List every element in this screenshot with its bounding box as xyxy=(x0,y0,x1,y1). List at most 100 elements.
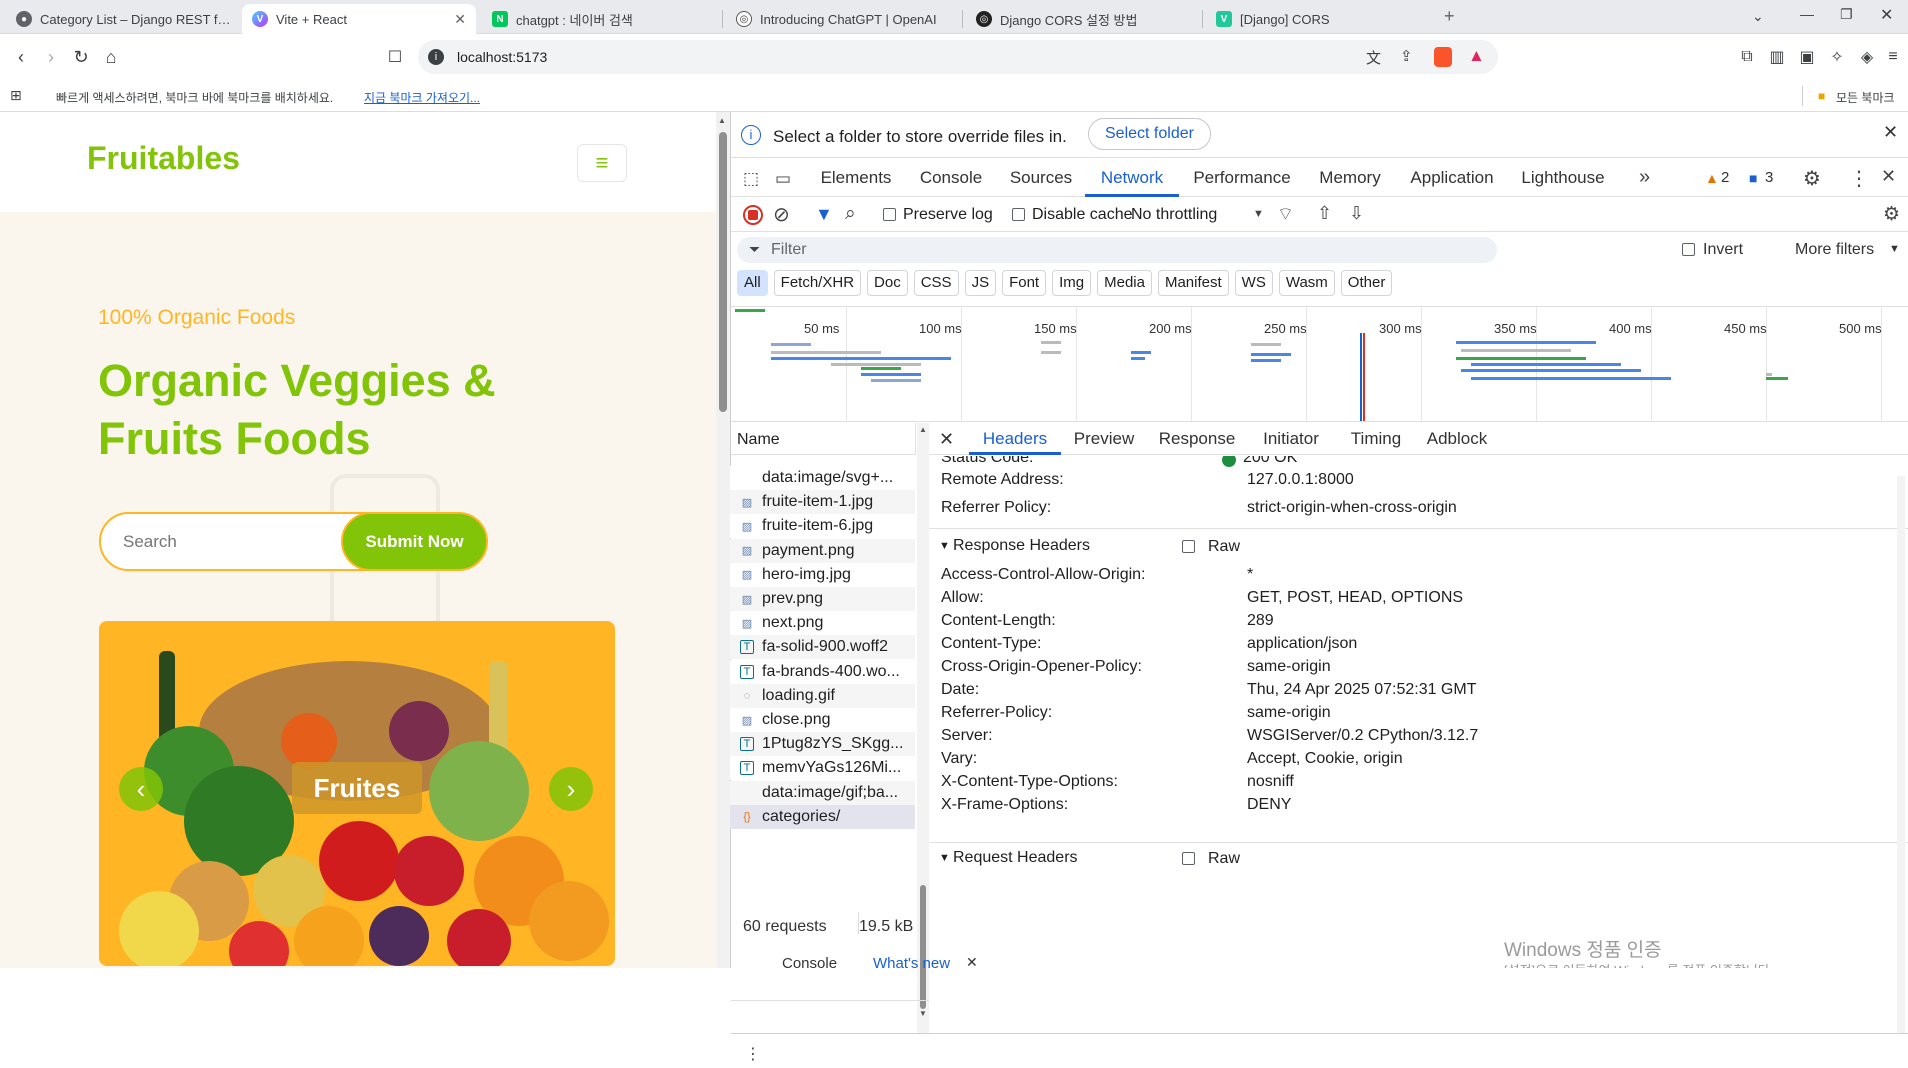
hamburger-menu-icon[interactable]: ≡ xyxy=(577,144,627,182)
messages-count[interactable]: 3 xyxy=(1765,169,1773,186)
import-har-icon[interactable]: ⇧ xyxy=(1317,203,1332,224)
filter-chip-media[interactable]: Media xyxy=(1097,270,1152,296)
warning-icon[interactable]: ▲ xyxy=(1705,170,1719,186)
close-banner-icon[interactable]: ✕ xyxy=(1883,122,1898,143)
request-headers-title[interactable]: Request Headers xyxy=(953,849,1078,867)
request-row[interactable]: ▨ hero-img.jpg xyxy=(730,562,915,587)
preserve-log-checkbox[interactable] xyxy=(883,208,896,226)
collapse-triangle-icon[interactable]: ▼ xyxy=(939,852,950,864)
filter-chip-fetchxhr[interactable]: Fetch/XHR xyxy=(773,270,862,296)
filter-chip-manifest[interactable]: Manifest xyxy=(1157,270,1229,296)
response-headers-title[interactable]: Response Headers xyxy=(953,537,1090,555)
site-info-icon[interactable]: i xyxy=(428,49,444,65)
drawer-tab-whats-new[interactable]: What's new xyxy=(873,955,950,972)
request-row[interactable]: ▨ close.png xyxy=(730,708,915,732)
brave-rewards-icon[interactable]: ▲ xyxy=(1468,46,1485,66)
filter-chip-wasm[interactable]: Wasm xyxy=(1278,270,1335,296)
request-row[interactable]: Tfa-solid-900.woff2 xyxy=(730,635,915,660)
close-drawer-tab-icon[interactable]: ✕ xyxy=(966,954,978,971)
reload-icon[interactable]: ↻ xyxy=(70,46,92,68)
filter-chip-font[interactable]: Font xyxy=(1002,270,1047,296)
tab-naver-search[interactable]: N chatgpt : 네이버 검색 xyxy=(482,4,718,34)
disable-cache-label[interactable]: Disable cache xyxy=(1032,206,1133,224)
disable-cache-checkbox[interactable] xyxy=(1012,208,1025,226)
request-row[interactable]: ▨ payment.png xyxy=(730,538,915,563)
more-tabs-icon[interactable]: » xyxy=(1639,166,1650,189)
devtools-tab-console[interactable]: Console xyxy=(905,159,997,197)
export-har-icon[interactable]: ⇩ xyxy=(1349,203,1364,224)
tab-vite-react[interactable]: V Vite + React ✕ xyxy=(242,4,476,34)
chevron-down-icon[interactable]: ▼ xyxy=(1253,208,1264,220)
request-row[interactable]: ▨ prev.png xyxy=(730,587,915,611)
home-icon[interactable]: ⌂ xyxy=(100,46,122,68)
brave-shields-icon[interactable] xyxy=(1434,47,1452,67)
close-tab-icon[interactable]: ✕ xyxy=(454,11,466,28)
chevron-down-icon[interactable]: ▼ xyxy=(1889,243,1900,255)
throttling-select[interactable]: No throttling xyxy=(1131,206,1217,224)
devtools-tab-memory[interactable]: Memory xyxy=(1305,159,1395,197)
scroll-up-icon[interactable]: ▲ xyxy=(919,425,927,434)
response-raw-checkbox[interactable] xyxy=(1182,540,1195,558)
submit-now-button[interactable]: Submit Now xyxy=(341,512,488,571)
request-row[interactable]: Tfa-brands-400.wo... xyxy=(730,659,915,684)
carousel-next-button[interactable]: › xyxy=(549,767,593,811)
tab-search-icon[interactable]: ⌄ xyxy=(1752,8,1764,25)
omnibox[interactable]: i localhost:5173 文 ⇪ ▲ xyxy=(418,40,1498,74)
close-window-icon[interactable]: ✕ xyxy=(1880,5,1893,25)
request-row[interactable]: ▨ fruite-item-1.jpg xyxy=(730,490,915,515)
menu-icon[interactable]: ≡ xyxy=(1882,46,1904,68)
filter-chip-doc[interactable]: Doc xyxy=(867,270,908,296)
invert-checkbox[interactable] xyxy=(1682,243,1695,261)
detail-tab-preview[interactable]: Preview xyxy=(1061,423,1147,455)
search-icon[interactable]: ⌕ xyxy=(845,203,856,225)
filter-funnel-icon[interactable]: ▼ xyxy=(815,204,833,225)
tab-category-list[interactable]: ● Category List – Django REST frame xyxy=(6,4,242,34)
record-stop-icon[interactable] xyxy=(743,205,763,225)
more-filters-label[interactable]: More filters xyxy=(1795,241,1874,259)
sidebar-icon[interactable]: ▥ xyxy=(1766,46,1788,68)
carousel-prev-button[interactable]: ‹ xyxy=(119,767,163,811)
filter-chip-css[interactable]: CSS xyxy=(913,270,959,296)
detail-tab-timing[interactable]: Timing xyxy=(1335,423,1417,455)
site-logo[interactable]: Fruitables xyxy=(87,140,240,177)
request-row[interactable]: data:image/svg+... xyxy=(730,466,915,490)
name-column-header[interactable]: Name xyxy=(731,423,916,455)
devtools-tab-elements[interactable]: Elements xyxy=(807,159,905,197)
network-conditions-icon[interactable]: ⌔ xyxy=(1277,203,1294,226)
request-raw-label[interactable]: Raw xyxy=(1208,850,1240,868)
back-icon[interactable]: ‹ xyxy=(10,46,32,68)
response-raw-label[interactable]: Raw xyxy=(1208,538,1240,556)
request-row[interactable]: ▨ fruite-item-6.jpg xyxy=(730,514,915,539)
invert-label[interactable]: Invert xyxy=(1703,241,1743,259)
forward-icon[interactable]: › xyxy=(40,46,62,68)
scrollbar-thumb[interactable] xyxy=(920,885,926,1009)
headers-scrollbar[interactable] xyxy=(1897,476,1905,1033)
apps-grid-icon[interactable]: ⊞ xyxy=(10,87,22,104)
extensions-icon[interactable]: ⧉ xyxy=(1736,46,1758,68)
messages-icon[interactable]: ■ xyxy=(1749,170,1757,186)
close-devtools-icon[interactable]: ✕ xyxy=(1881,166,1896,187)
request-row[interactable]: ▨ next.png xyxy=(730,611,915,636)
devtools-tab-network[interactable]: Network xyxy=(1085,159,1179,197)
request-row[interactable]: {} categories/ xyxy=(730,804,915,829)
all-bookmarks[interactable]: 모든 북마크 xyxy=(1836,89,1895,106)
inspect-element-icon[interactable]: ⬚ xyxy=(743,169,759,189)
request-row[interactable]: ◌ loading.gif xyxy=(730,683,915,708)
detail-tab-initiator[interactable]: Initiator xyxy=(1247,423,1335,455)
network-timeline-overview[interactable]: 50 ms 100 ms 150 ms 200 ms 250 ms 300 ms 350 m… xyxy=(731,306,1908,422)
translate-icon[interactable]: 文 xyxy=(1366,47,1381,68)
drawer-tab-console[interactable]: Console xyxy=(782,955,837,972)
tab-openai[interactable]: ◎ Introducing ChatGPT | OpenAI xyxy=(726,4,962,34)
devtools-tab-application[interactable]: Application xyxy=(1395,159,1509,197)
request-row[interactable]: data:image/gif;ba... xyxy=(730,780,915,805)
new-tab-button[interactable]: + xyxy=(1444,6,1455,27)
scrollbar-thumb[interactable] xyxy=(719,132,727,412)
hero-search-input[interactable] xyxy=(123,528,323,556)
request-raw-checkbox[interactable] xyxy=(1182,852,1195,870)
network-settings-icon[interactable]: ⚙ xyxy=(1883,203,1900,226)
request-row[interactable]: TmemvYaGs126Mi... xyxy=(730,756,915,781)
minimize-icon[interactable]: — xyxy=(1800,6,1814,22)
scroll-up-icon[interactable]: ▲ xyxy=(718,116,726,125)
filter-chip-js[interactable]: JS xyxy=(964,270,997,296)
detail-tab-response[interactable]: Response xyxy=(1147,423,1247,455)
